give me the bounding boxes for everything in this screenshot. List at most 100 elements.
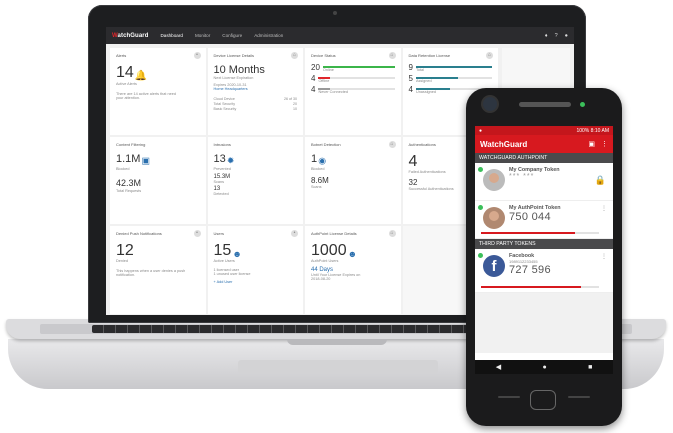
token-item[interactable]: My AuthPoint Token 750 044 ⋮ <box>475 201 613 239</box>
botnet-scans-label: Scans <box>311 184 322 189</box>
alerts-desc: There are 14 active alerts that need you… <box>116 91 176 100</box>
tile-denied-push[interactable]: Denied Push Notifications • 12 Denied Th… <box>110 226 206 314</box>
tile-title: Intrusions <box>213 142 231 147</box>
alerts-label: Active Alerts <box>116 81 137 86</box>
status-dot <box>478 205 483 210</box>
tile-botnet[interactable]: Botnet Detection ⌂ 1 ◉ Blocked 8.6M Scan… <box>305 137 401 224</box>
home-icon[interactable]: ⌂ <box>486 52 493 59</box>
tile-title: AuthPoint License Details <box>311 231 357 236</box>
tile-users[interactable]: Users • 15 ☻ Active Users 1 licensed use… <box>207 226 303 314</box>
settings-icon[interactable]: • <box>291 230 298 237</box>
prevented-count: 13 <box>213 153 226 165</box>
bug-icon: ✹ <box>226 155 235 166</box>
tile-title: Alerts <box>116 53 127 58</box>
denied-desc: This happens when a user denies a push n… <box>116 269 186 277</box>
nav-configure[interactable]: Configure <box>222 33 242 38</box>
more-icon[interactable]: ⋮ <box>601 253 607 260</box>
earpiece <box>519 102 571 107</box>
status-right: 100% 8:10 AM <box>576 127 609 134</box>
token-progress <box>481 232 599 234</box>
tile-title: Device License Details <box>213 53 254 58</box>
nav-dashboard[interactable]: Dashboard <box>160 33 182 38</box>
tile-alerts[interactable]: Alerts • 14 🔔 Active Alerts There are 14… <box>110 48 206 135</box>
home-icon[interactable]: ⌂ <box>388 230 396 237</box>
users-label: Active Users <box>213 259 235 263</box>
users-icon: ☻ <box>232 249 242 259</box>
home-icon[interactable]: ● <box>542 364 546 371</box>
authpoint-users-label: AuthPoint Users <box>311 259 339 263</box>
home-button[interactable] <box>530 390 556 410</box>
botnet-scans: 8.6M <box>311 175 329 185</box>
back-icon[interactable]: ◀ <box>496 363 501 371</box>
status-row: 20 Online <box>311 64 395 72</box>
add-user-link[interactable]: + Add User <box>214 280 298 284</box>
license-row: Cloud Device 26 of 30 <box>213 97 298 101</box>
unused-licenses: 1 unused user license <box>213 272 251 276</box>
users-count: 15 <box>213 242 232 259</box>
laptop-notch <box>287 339 387 345</box>
tile-device-status[interactable]: Device Status ⌂ 20 Online 4 Offline 4 Never… <box>305 48 401 135</box>
tile-title: Data Retention License <box>408 53 451 58</box>
bell-icon[interactable]: ♦ <box>545 33 548 39</box>
tile-device-license[interactable]: Device License Details ⌂ 10 Months Next … <box>207 48 303 135</box>
watchguard-logo[interactable]: WatchGuard <box>112 33 148 39</box>
facebook-icon: f <box>483 255 505 277</box>
token-item[interactable]: f Facebook 1989112233455 727 596 ⋮ <box>475 249 613 293</box>
token-progress <box>481 286 599 288</box>
monitor-icon: ▣ <box>141 155 151 166</box>
android-nav-bar: ◀ ● ■ <box>475 360 613 374</box>
alerts-count: 14 <box>116 64 134 81</box>
tile-title: Denied Push Notifications <box>116 231 162 236</box>
settings-icon[interactable]: • <box>193 52 201 59</box>
users-icon: ☻ <box>347 249 358 259</box>
nav-monitor[interactable]: Monitor <box>195 33 210 38</box>
settings-icon[interactable]: • <box>193 230 201 237</box>
dashboard-grid: Alerts • 14 🔔 Active Alerts There are 14… <box>110 48 498 314</box>
smartphone: ● 100% 8:10 AM WatchGuard ▣ ⋮ WATCHGUARD… <box>466 88 622 426</box>
empty-area <box>475 293 613 353</box>
shield-icon: ◉ <box>318 155 327 166</box>
token-code: 727 596 <box>509 264 551 276</box>
lock-icon[interactable]: 🔒 <box>595 175 606 186</box>
tile-title: Device Status <box>311 53 336 58</box>
retention-row: 9 Total <box>409 64 492 72</box>
denied-count: 12 <box>116 242 134 259</box>
botnet-blocked-label: Blocked <box>311 166 325 171</box>
requests-count: 42.3M <box>116 177 142 188</box>
license-location[interactable]: Home Headquarters <box>214 87 298 91</box>
botnet-blocked: 1 <box>311 153 318 165</box>
expiry-date: 2018-08-20 <box>311 277 331 281</box>
home-icon[interactable]: ⌂ <box>388 141 396 148</box>
speaker-grille <box>568 396 590 398</box>
bell-icon: 🔔 <box>134 70 148 82</box>
retention-row: 5 Assigned <box>409 75 492 83</box>
top-navigation-bar: WatchGuard Dashboard Monitor Configure A… <box>106 27 574 44</box>
more-icon[interactable]: ⋮ <box>601 140 608 148</box>
blocked-count: 1.1M <box>116 153 141 165</box>
license-row: Total Security 20 <box>213 102 298 106</box>
tile-content-filtering[interactable]: Content Filtering 1.1M ▣ Blocked 42.3M T… <box>110 137 206 224</box>
section-header-authpoint: WATCHGUARD AUTHPOINT <box>475 153 613 163</box>
speaker-grille <box>498 396 520 398</box>
help-icon[interactable]: ? <box>555 33 558 39</box>
detected-label: Detected <box>213 191 229 196</box>
tile-authpoint-license[interactable]: AuthPoint License Details ⌂ 1000 ☻ AuthP… <box>305 226 401 314</box>
license-months: 10 Months <box>213 64 265 76</box>
webcam <box>333 11 337 15</box>
recents-icon[interactable]: ■ <box>588 364 592 371</box>
user-icon[interactable]: ● <box>565 33 568 39</box>
scan-icon[interactable]: ▣ <box>588 140 595 148</box>
status-bar: ● 100% 8:10 AM <box>475 126 613 135</box>
tile-intrusions[interactable]: Intrusions 13 ✹ Prevented 15.3M Scans 13… <box>207 137 303 224</box>
phone-screen: ● 100% 8:10 AM WatchGuard ▣ ⋮ WATCHGUARD… <box>475 126 613 374</box>
token-code: 750 044 <box>509 211 551 223</box>
notification-led <box>580 102 585 107</box>
app-header: WatchGuard ▣ ⋮ <box>475 135 613 153</box>
token-avatar <box>483 207 505 229</box>
license-sub: Next License Expiration <box>213 76 254 80</box>
home-icon[interactable]: ⌂ <box>388 52 396 59</box>
home-icon[interactable]: ⌂ <box>291 52 298 59</box>
more-icon[interactable]: ⋮ <box>601 205 607 212</box>
token-item[interactable]: My Company Token *** *** 🔒 <box>475 163 613 201</box>
nav-administration[interactable]: Administration <box>254 33 283 38</box>
